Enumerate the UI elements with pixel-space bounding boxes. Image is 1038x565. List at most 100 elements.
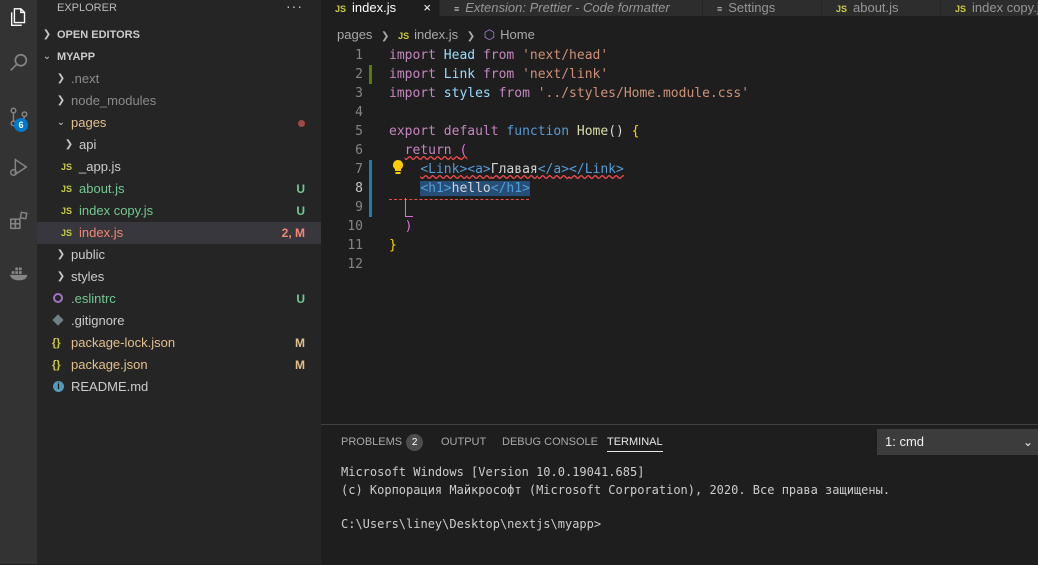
tree-item-index[interactable]: JS index.js 2, M <box>37 222 321 244</box>
tab-debug-console[interactable]: DEBUG CONSOLE <box>502 433 598 451</box>
bracket-guide <box>405 198 406 217</box>
terminal-select-value: 1: cmd <box>885 434 925 449</box>
terminal-prompt[interactable]: C:\Users\liney\Desktop\nextjs\myapp> <box>341 516 601 533</box>
js-file-icon: JS <box>61 184 73 194</box>
breadcrumb-file[interactable]: index.js <box>414 27 458 42</box>
preview-icon: ≡ <box>454 4 460 14</box>
activity-bar: 6 <box>0 0 37 564</box>
tree-item-label: index copy.js <box>79 203 154 218</box>
lightbulb-icon[interactable] <box>391 159 405 175</box>
tab-index-copy-js[interactable]: JS index copy.js <box>941 0 1038 16</box>
files-icon[interactable] <box>0 0 37 34</box>
info-icon: i <box>53 381 64 392</box>
panel-tab-label: DEBUG CONSOLE <box>502 436 598 448</box>
chevron-right-icon: ❯ <box>64 139 74 150</box>
tab-label: index.js <box>352 0 397 15</box>
line-number: 9 <box>355 200 363 215</box>
panel-tab-label: PROBLEMS <box>341 436 403 448</box>
tree-item-label: about.js <box>79 181 125 196</box>
chevron-right-icon: ❯ <box>56 249 66 260</box>
scm-badge: 6 <box>14 118 28 132</box>
explorer-header: EXPLORER ··· <box>37 0 321 16</box>
terminal-line: Microsoft Windows [Version 10.0.19041.68… <box>341 465 645 479</box>
code-line: ) <box>404 219 413 234</box>
editor-tabs: JS index.js × ≡ Extension: Prettier - Code… <box>321 0 1038 16</box>
git-status: U <box>296 292 305 306</box>
tree-item-api[interactable]: ❯ api <box>37 134 321 156</box>
tree-item-eslintrc[interactable]: .eslintrc U <box>37 288 321 310</box>
tree-item-label: README.md <box>71 379 149 394</box>
tab-problems[interactable]: PROBLEMS 2 <box>341 433 424 451</box>
docker-icon[interactable] <box>0 256 37 290</box>
tree-item-label: public <box>71 247 105 262</box>
tree-item-label: .eslintrc <box>71 291 116 306</box>
line-number: 1 <box>355 48 363 63</box>
tree-item-next[interactable]: ❯ .next <box>37 68 321 90</box>
tree-item-package-lock[interactable]: {} package-lock.json M <box>37 332 321 354</box>
tree-item-label: pages <box>71 115 107 130</box>
source-control-icon[interactable]: 6 <box>0 100 37 134</box>
line-number: 5 <box>355 124 363 139</box>
tree-item-app[interactable]: JS _app.js <box>37 156 321 178</box>
chevron-right-icon: ❯ <box>42 29 52 40</box>
eslint-icon <box>53 293 63 303</box>
extensions-icon[interactable] <box>0 204 37 238</box>
added-line-indicator <box>369 65 372 84</box>
chevron-right-icon: ❯ <box>466 31 476 42</box>
terminal-line: (c) Корпорация Майкрософт (Microsoft Cor… <box>341 483 891 497</box>
code-line: export default function Home() { <box>389 124 640 139</box>
tab-settings[interactable]: ≡ Settings <box>703 0 822 16</box>
project-label: MYAPP <box>57 51 96 63</box>
tab-output[interactable]: OUTPUT <box>441 433 486 451</box>
tree-item-public[interactable]: ❯ public <box>37 244 321 266</box>
js-file-icon: JS <box>398 31 410 41</box>
git-status: M <box>295 336 305 350</box>
js-file-icon: JS <box>61 206 73 216</box>
code-editor[interactable]: 1 2 3 4 5 6 7 8 9 10 11 12 import Head f… <box>321 46 1038 424</box>
more-actions-icon[interactable]: ··· <box>286 0 303 14</box>
close-icon[interactable]: × <box>423 0 431 16</box>
tree-item-pages[interactable]: ⌄ pages <box>37 112 321 134</box>
tree-item-package[interactable]: {} package.json M <box>37 354 321 376</box>
code-line: import Head from 'next/head' <box>389 48 609 63</box>
explorer-sidebar: EXPLORER ··· ❯ OPEN EDITORS ⌄ MYAPP ❯ .n… <box>37 0 321 564</box>
tab-index-js[interactable]: JS index.js × <box>321 0 440 16</box>
tab-about-js[interactable]: JS about.js <box>822 0 941 16</box>
code-line: import Link from 'next/link' <box>389 67 609 82</box>
search-icon[interactable] <box>0 46 37 80</box>
tree-item-about[interactable]: JS about.js U <box>37 178 321 200</box>
chevron-down-icon: ⌄ <box>56 117 66 128</box>
project-section[interactable]: ⌄ MYAPP <box>37 46 321 68</box>
open-editors-section[interactable]: ❯ OPEN EDITORS <box>37 24 321 46</box>
line-number: 6 <box>355 143 363 158</box>
git-status: 2, M <box>281 226 305 240</box>
tree-item-gitignore[interactable]: .gitignore <box>37 310 321 332</box>
breadcrumb-symbol[interactable]: Home <box>500 27 535 42</box>
chevron-right-icon: ❯ <box>56 73 66 84</box>
panel-tab-label: OUTPUT <box>441 436 487 448</box>
modified-lines-indicator <box>369 160 372 217</box>
panel-tab-label: TERMINAL <box>607 436 663 448</box>
breadcrumb-folder[interactable]: pages <box>337 27 372 42</box>
explorer-title: EXPLORER <box>57 2 117 14</box>
terminal-select[interactable]: 1: cmd ⌄ <box>877 429 1038 455</box>
tree-item-label: .gitignore <box>71 313 125 328</box>
tree-item-index-copy[interactable]: JS index copy.js U <box>37 200 321 222</box>
tree-item-styles[interactable]: ❯ styles <box>37 266 321 288</box>
git-status: U <box>296 182 305 196</box>
git-status: U <box>296 204 305 218</box>
gitignore-icon <box>52 314 64 326</box>
tab-terminal[interactable]: TERMINAL <box>607 433 663 452</box>
tab-prettier-extension[interactable]: ≡ Extension: Prettier - Code formatter <box>440 0 703 16</box>
tree-item-node-modules[interactable]: ❯ node_modules <box>37 90 321 112</box>
run-debug-icon[interactable] <box>0 150 37 184</box>
chevron-right-icon: ❯ <box>56 271 66 282</box>
line-number: 3 <box>355 86 363 101</box>
code-line: } <box>389 238 397 253</box>
tree-item-label: package-lock.json <box>71 335 176 350</box>
tree-item-label: .next <box>71 71 100 86</box>
tree-item-label: _app.js <box>79 159 121 174</box>
tree-item-readme[interactable]: i README.md <box>37 376 321 398</box>
tab-label: Settings <box>728 0 776 15</box>
js-file-icon: JS <box>955 4 967 14</box>
